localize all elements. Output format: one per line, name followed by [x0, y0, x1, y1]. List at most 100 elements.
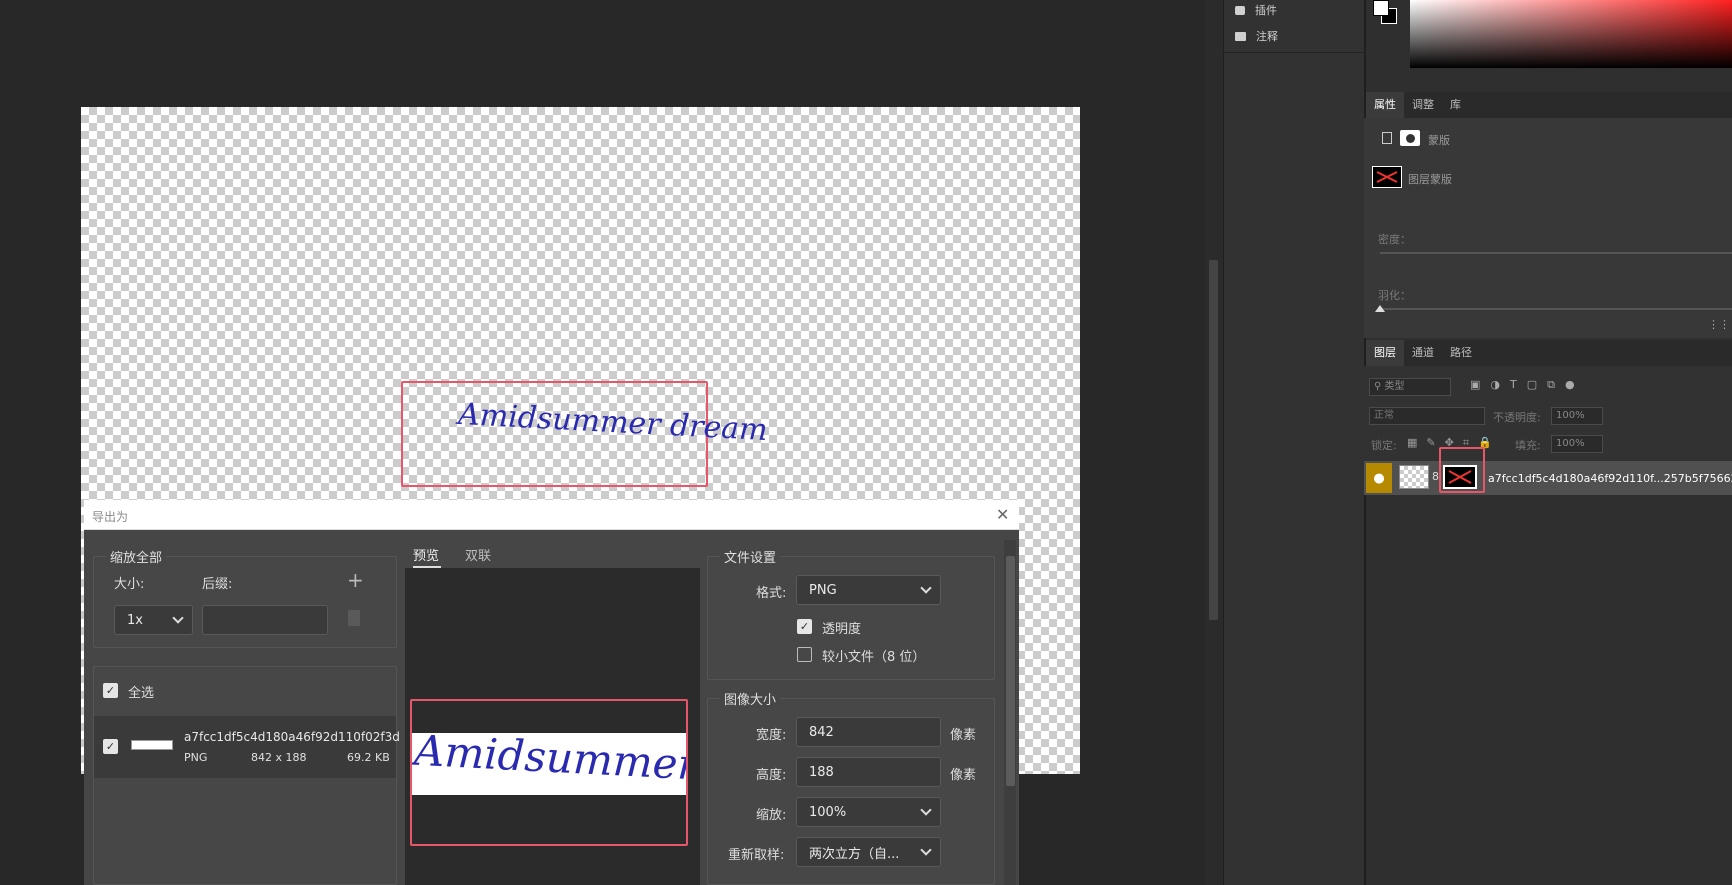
trash-icon[interactable]: [348, 610, 360, 626]
pixel-filter-icon[interactable]: ▣: [1470, 378, 1480, 392]
blend-mode-value: 正常: [1374, 410, 1394, 421]
highlight-box-preview: [410, 699, 688, 846]
size-label: 大小:: [114, 577, 145, 592]
smaller-file-label: 较小文件（8 位）: [822, 650, 926, 665]
divider: [1223, 52, 1364, 53]
resample-select[interactable]: 两次立方（自...: [796, 837, 941, 867]
image-scale-select[interactable]: 100%: [796, 797, 941, 827]
properties-tabs: 属性 调整 库: [1366, 92, 1732, 118]
height-label: 高度:: [756, 768, 787, 783]
asset-filesize: 69.2 KB: [347, 751, 390, 764]
scale-group-title: 缩放全部: [106, 547, 167, 566]
tab-properties[interactable]: 属性: [1366, 92, 1404, 118]
width-label: 宽度:: [756, 728, 787, 743]
scale-label: 缩放:: [756, 808, 787, 823]
format-select[interactable]: PNG: [796, 575, 941, 605]
density-label: 密度：: [1378, 233, 1411, 246]
dialog-scroll-thumb[interactable]: [1006, 556, 1015, 786]
suffix-input[interactable]: [202, 605, 328, 635]
smart-object-filter-icon[interactable]: ⧉: [1547, 378, 1555, 392]
add-scale-icon[interactable]: +: [347, 568, 364, 592]
visibility-eye-icon[interactable]: ●: [1366, 463, 1392, 493]
select-all-checkbox[interactable]: ✓: [103, 683, 118, 698]
density-slider[interactable]: [1380, 252, 1732, 254]
tab-paths[interactable]: 路径: [1442, 340, 1480, 366]
format-label: 格式:: [756, 586, 787, 601]
mid-item-comments[interactable]: 注释: [1235, 26, 1278, 46]
middle-panel: [1223, 0, 1364, 885]
file-settings-title: 文件设置: [720, 547, 781, 566]
scale-select-value: 1x: [127, 612, 143, 628]
tab-adjustments[interactable]: 调整: [1404, 92, 1442, 118]
plugin-icon: [1235, 5, 1245, 15]
tab-preview[interactable]: 预览: [413, 545, 439, 564]
layer-filter-label: 类型: [1384, 381, 1405, 392]
transparency-label: 透明度: [822, 622, 862, 637]
layer-mask-thumbnail: [1372, 166, 1402, 188]
lock-label: 锁定:: [1371, 439, 1397, 452]
panel-options-icon[interactable]: ⋮⋮: [1708, 318, 1730, 331]
fill-label: 填充:: [1515, 439, 1541, 452]
adjustment-filter-icon[interactable]: ◑: [1490, 378, 1500, 392]
layer-name[interactable]: a7fcc1df5c4d180a46f92d110f...257b5f75662…: [1488, 472, 1732, 485]
tab-channels[interactable]: 通道: [1404, 340, 1442, 366]
filter-toggle-icon[interactable]: ●: [1565, 378, 1575, 392]
comment-icon: [1235, 31, 1246, 41]
type-filter-icon[interactable]: T: [1510, 378, 1517, 392]
canvas-scroll-thumb[interactable]: [1209, 260, 1218, 620]
filter-icons: ▣ ◑ T ▢ ⧉ ●: [1470, 378, 1575, 392]
layer-link-glyph: 8: [1432, 470, 1439, 483]
resample-label: 重新取样:: [728, 848, 785, 863]
lock-transparent-icon[interactable]: ▦: [1407, 436, 1417, 450]
smaller-file-checkbox[interactable]: [797, 647, 812, 662]
width-unit: 像素: [950, 728, 977, 743]
pixel-mask-icon[interactable]: [1382, 132, 1392, 144]
height-unit: 像素: [950, 768, 977, 783]
tab-libraries[interactable]: 库: [1442, 92, 1469, 118]
tab-2up[interactable]: 双联: [465, 545, 491, 564]
layer-mask-label: 图层蒙版: [1408, 173, 1452, 186]
asset-dimensions: 842 x 188: [251, 751, 307, 764]
asset-format: PNG: [184, 751, 208, 764]
highlight-box-layer-mask: [1439, 447, 1485, 493]
transparency-checkbox[interactable]: ✓: [797, 619, 812, 634]
shape-filter-icon[interactable]: ▢: [1527, 378, 1537, 392]
chevron-down-icon: [920, 582, 932, 594]
tab-layers[interactable]: 图层: [1366, 340, 1404, 366]
blend-mode-select[interactable]: 正常: [1369, 407, 1485, 425]
opacity-label: 不透明度:: [1493, 411, 1541, 424]
suffix-label: 后缀:: [202, 577, 233, 592]
chevron-down-icon: [920, 844, 932, 856]
asset-checkbox[interactable]: ✓: [103, 739, 118, 754]
image-size-title: 图像大小: [720, 689, 781, 708]
chevron-down-icon: [920, 804, 932, 816]
format-select-value: PNG: [809, 582, 837, 598]
lock-brush-icon[interactable]: ✎: [1426, 436, 1435, 450]
mid-item-plugins[interactable]: 插件: [1235, 0, 1277, 20]
search-icon: ⚲: [1374, 381, 1385, 392]
foreground-color-swatch[interactable]: [1373, 0, 1389, 16]
feather-label: 羽化：: [1378, 289, 1411, 302]
opacity-field[interactable]: 100%: [1551, 407, 1603, 425]
width-input[interactable]: 842: [796, 717, 941, 747]
mid-item-label: 插件: [1255, 4, 1277, 17]
scale-select[interactable]: 1x: [114, 605, 193, 635]
close-icon[interactable]: ✕: [996, 505, 1009, 524]
mid-item-label: 注释: [1256, 30, 1278, 43]
asset-name: a7fcc1df5c4d180a46f92d110f02f3d: [184, 730, 400, 744]
mask-label: 蒙版: [1428, 134, 1450, 147]
fill-field[interactable]: 100%: [1551, 435, 1603, 453]
height-input[interactable]: 188: [796, 757, 941, 787]
select-all-label: 全选: [128, 686, 155, 701]
layer-filter-select[interactable]: ⚲ 类型: [1369, 378, 1451, 396]
properties-body: [1364, 118, 1732, 338]
resample-value: 两次立方（自...: [809, 846, 900, 862]
layer-thumbnail[interactable]: [1399, 465, 1429, 489]
color-picker-field[interactable]: [1410, 0, 1732, 68]
image-scale-value: 100%: [809, 804, 847, 820]
layers-tabs: 图层 通道 路径: [1366, 340, 1732, 366]
vector-mask-icon[interactable]: [1400, 130, 1420, 146]
feather-slider[interactable]: [1380, 308, 1732, 310]
chevron-down-icon: [172, 612, 184, 624]
feather-slider-handle[interactable]: [1375, 305, 1385, 312]
